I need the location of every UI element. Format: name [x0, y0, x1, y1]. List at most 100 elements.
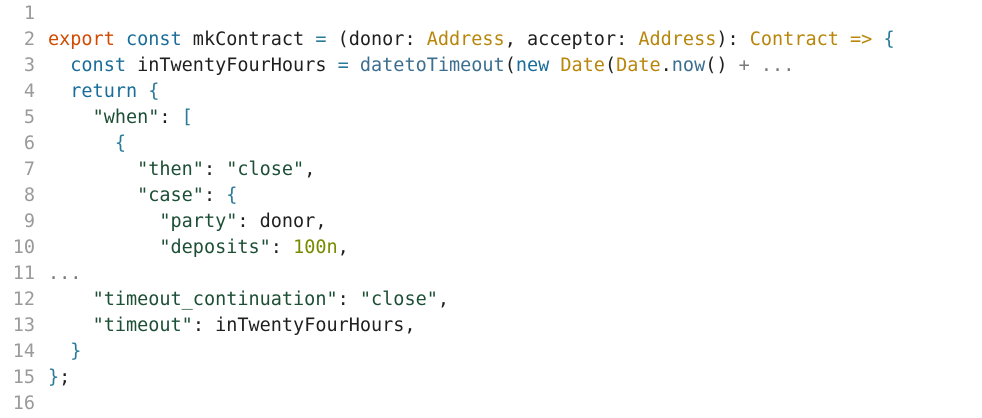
line-number: 11 [12, 263, 35, 284]
code-token: datetoTimeout [359, 55, 505, 76]
code-token: "case" [137, 185, 204, 206]
code-token: + ... [727, 55, 795, 76]
code-text: "party": donor, [48, 209, 326, 235]
line-number: 14 [12, 341, 35, 362]
code-token: : [616, 29, 639, 50]
code-token: : [270, 237, 294, 258]
line-number: 8 [23, 185, 35, 206]
code-token: = [315, 29, 327, 50]
code-token: Date [616, 55, 661, 76]
line-number: 1 [23, 3, 35, 24]
code-token: => [850, 29, 873, 50]
code-line[interactable]: 15}; [0, 365, 982, 391]
code-text: export const mkContract = (donor: Addres… [48, 27, 895, 53]
code-token: ( [604, 55, 617, 76]
code-text: const inTwentyFourHours = datetoTimeout(… [48, 53, 794, 79]
code-token: : [203, 159, 227, 180]
code-token: : [337, 289, 360, 310]
code-text: }; [48, 365, 70, 391]
code-token: 100n [293, 237, 338, 258]
code-token: = [337, 55, 349, 76]
code-token: acceptor [526, 29, 617, 50]
code-token: , [504, 29, 527, 50]
line-number: 5 [23, 107, 35, 128]
code-text: } [48, 339, 81, 365]
code-line[interactable]: 5 "when": [ [0, 105, 982, 131]
code-line[interactable]: 16 [0, 391, 982, 417]
code-line[interactable]: 14 } [0, 339, 982, 365]
code-token: inTwentyFourHours [125, 55, 338, 76]
code-token: Contract [749, 29, 839, 50]
code-lines: 1 2 export const mkContract = (donor: Addr… [0, 1, 982, 417]
line-number: 3 [23, 55, 35, 76]
code-token: : donor, [237, 211, 327, 232]
code-token: Address [426, 29, 505, 50]
code-line[interactable]: 3 const inTwentyFourHours = datetoTimeou… [0, 53, 982, 79]
code-token: now [671, 55, 706, 76]
code-token: ( [326, 29, 349, 50]
code-line[interactable]: 9 "party": donor, [0, 209, 982, 235]
code-text: return { [48, 79, 159, 105]
line-number: 9 [23, 211, 35, 232]
line-number: 2 [23, 29, 35, 50]
code-line[interactable]: 8 "case": { [0, 183, 982, 209]
code-line[interactable]: 13 "timeout": inTwentyFourHours, [0, 313, 982, 339]
line-number: 7 [23, 159, 35, 180]
code-line[interactable]: 7 "then": "close", [0, 157, 982, 183]
code-token: : [404, 29, 427, 50]
line-number: 13 [12, 315, 35, 336]
line-number: 15 [12, 367, 35, 388]
code-line[interactable]: 11... [0, 261, 982, 287]
code-token: Address [638, 29, 717, 50]
code-text: { [48, 131, 126, 157]
code-line[interactable]: 12 "timeout_continuation": "close", [0, 287, 982, 313]
line-number: 16 [12, 393, 35, 414]
code-text: "timeout": inTwentyFourHours, [48, 313, 416, 339]
code-text: "deposits": 100n, [48, 235, 348, 261]
code-token: donor [348, 29, 405, 50]
code-token: mkContract [181, 29, 316, 50]
code-token: } [48, 367, 60, 388]
code-line[interactable]: 4 return { [0, 79, 982, 105]
code-token: ): [716, 29, 750, 50]
code-token: } [70, 341, 82, 362]
code-line[interactable]: 6 { [0, 131, 982, 157]
code-token: , [437, 289, 449, 310]
code-editor[interactable]: 1 2 export const mkContract = (donor: Addr… [0, 1, 982, 418]
code-token: Date [560, 55, 605, 76]
code-line[interactable]: 10 "deposits": 100n, [0, 235, 982, 261]
code-line[interactable]: 1 [0, 1, 982, 27]
code-token: () [705, 55, 728, 76]
code-line[interactable]: 2 export const mkContract = (donor: Addre… [0, 27, 982, 53]
code-token: "timeout_continuation" [92, 289, 338, 310]
code-token: "close" [359, 289, 438, 310]
code-token: const [125, 29, 182, 50]
code-token: "party" [159, 211, 238, 232]
code-token: new [515, 55, 550, 76]
line-number: 12 [12, 289, 35, 310]
code-token: "close" [226, 159, 305, 180]
code-token: : [159, 107, 182, 128]
code-text: ... [48, 261, 81, 287]
code-token: : [203, 185, 227, 206]
code-text: "when": [ [48, 105, 193, 131]
code-token: ; [59, 367, 71, 388]
code-text: "then": "close", [48, 157, 315, 183]
code-text: "case": { [48, 183, 237, 209]
code-text: "timeout_continuation": "close", [48, 287, 449, 313]
line-number: 6 [23, 133, 35, 154]
